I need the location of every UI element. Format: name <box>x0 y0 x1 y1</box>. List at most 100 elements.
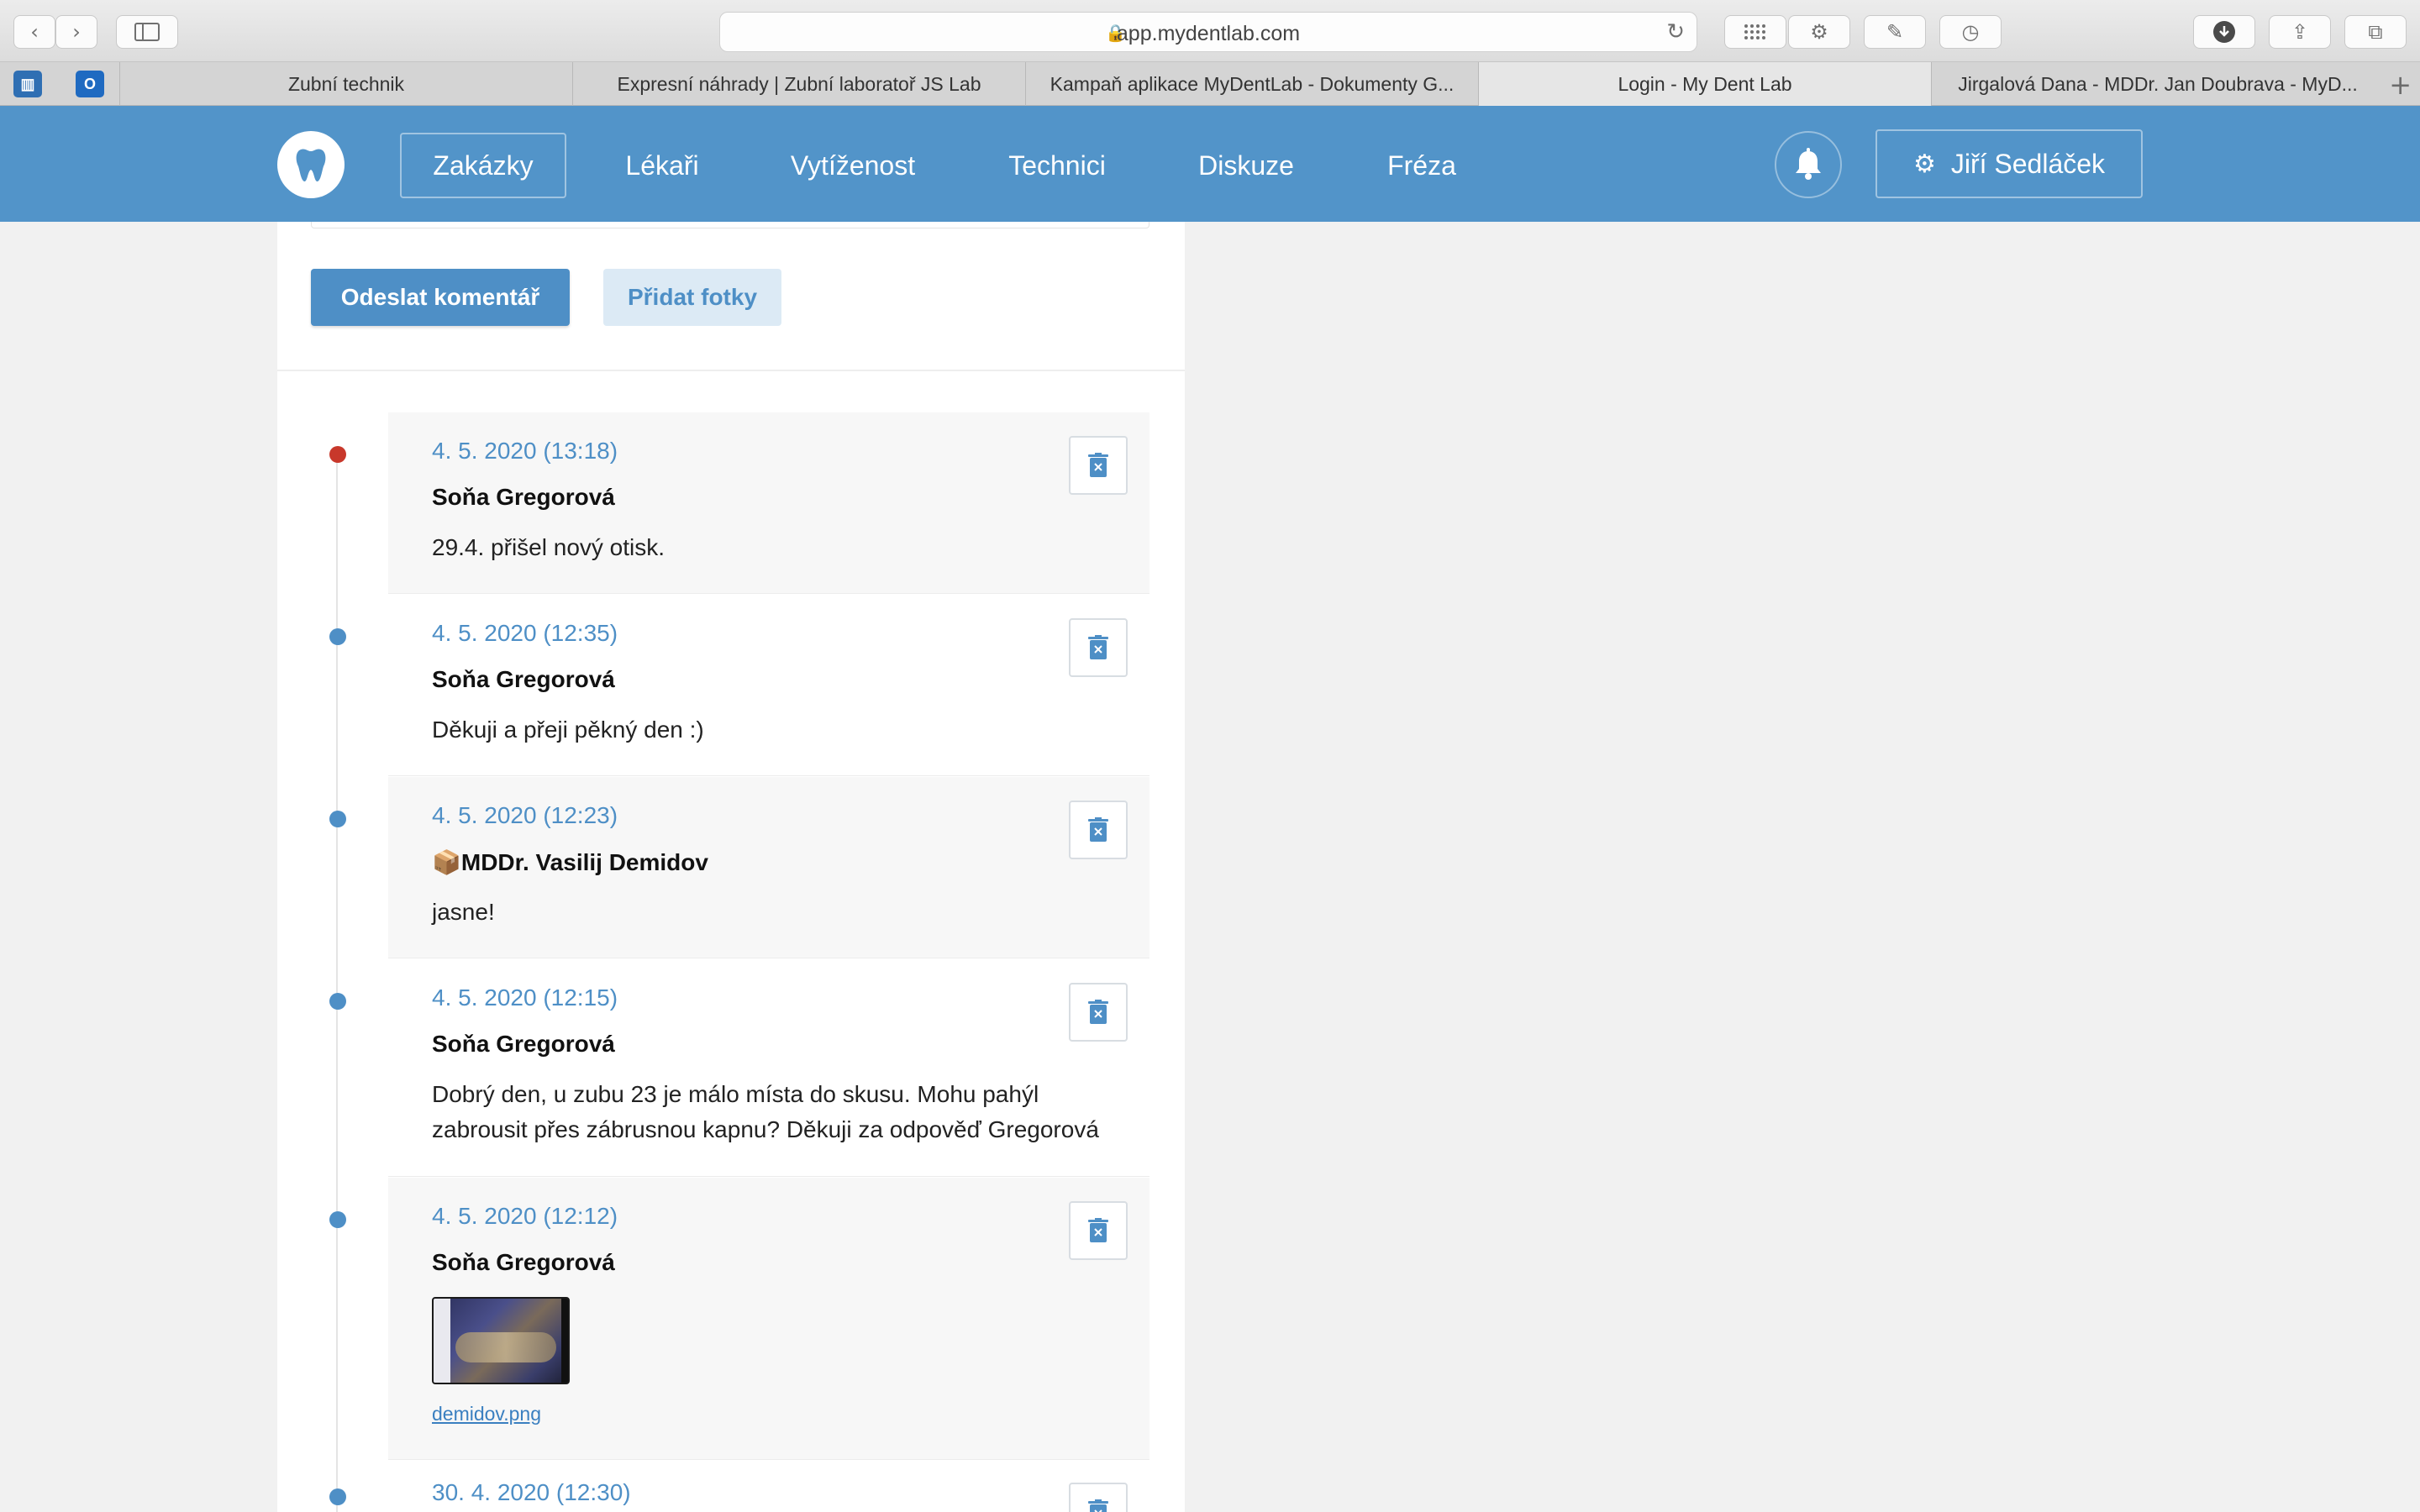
comment-text: Děkuji a přeji pěkný den :) <box>432 717 704 743</box>
trash-icon <box>1088 1218 1108 1242</box>
bell-icon <box>1796 148 1821 180</box>
sidebar-icon <box>134 23 160 41</box>
nav-zakazky[interactable]: Zakázky <box>400 133 566 198</box>
comment-date: 4. 5. 2020 (12:12) <box>432 1203 618 1229</box>
trash-icon <box>1088 1000 1108 1024</box>
nav-label: Diskuze <box>1198 150 1294 181</box>
browser-tab[interactable]: Zubní technik <box>119 62 572 106</box>
comment-author: Soňa Gregorová <box>432 666 615 692</box>
comment-date: 4. 5. 2020 (12:15) <box>432 984 618 1011</box>
timeline-dot <box>329 1488 346 1505</box>
timeline-dot <box>329 993 346 1010</box>
browser-tab-active[interactable]: Login - My Dent Lab <box>1478 62 1931 106</box>
nav-freza[interactable]: Fréza <box>1370 133 1474 198</box>
tab-label: Kampaň aplikace MyDentLab - Dokumenty G.… <box>1050 72 1455 95</box>
extension-grid-button[interactable] <box>1724 15 1786 49</box>
app-header: Zakázky Lékaři Vytíženost Technici Disku… <box>0 106 2420 222</box>
comment-date: 4. 5. 2020 (12:23) <box>432 802 618 828</box>
comment-date: 4. 5. 2020 (12:35) <box>432 620 618 646</box>
comment-text: 29.4. přišel nový otisk. <box>432 534 666 560</box>
notifications-button[interactable] <box>1775 131 1842 198</box>
comment-date: 30. 4. 2020 (12:30) <box>432 1479 631 1505</box>
chevron-right-icon: › <box>72 20 81 44</box>
delete-comment-button[interactable] <box>1069 1201 1128 1260</box>
send-comment-button[interactable]: Odeslat komentář <box>311 269 570 326</box>
comment-textarea[interactable] <box>311 222 1150 228</box>
section-divider <box>277 370 1185 371</box>
tabs-icon: ⧉ <box>2368 20 2383 44</box>
share-icon: ⇪ <box>2291 20 2309 44</box>
comment-author: Soňa Gregorová <box>432 1031 615 1057</box>
browser-tab[interactable]: Expresní náhrady | Zubní laboratoř JS La… <box>572 62 1025 106</box>
nav-diskuze[interactable]: Diskuze <box>1190 133 1302 198</box>
nav-label: Technici <box>1008 150 1106 181</box>
timeline-dot <box>329 1211 346 1228</box>
download-icon <box>2213 21 2235 43</box>
clock-icon: ◷ <box>1961 20 1980 44</box>
gear-icon: ⚙ <box>1912 149 1936 179</box>
user-menu-button[interactable]: ⚙ Jiří Sedláček <box>1876 129 2143 198</box>
extension-history-button[interactable]: ◷ <box>1939 15 2002 49</box>
back-button[interactable]: ‹ <box>13 15 55 49</box>
outlook-icon: O <box>83 75 96 92</box>
timeline-dot <box>329 811 346 827</box>
forward-button[interactable]: › <box>55 15 97 49</box>
nav-label: Vytíženost <box>790 150 916 181</box>
trash-icon <box>1088 1499 1108 1512</box>
browser-tab[interactable]: Kampaň aplikace MyDentLab - Dokumenty G.… <box>1025 62 1478 106</box>
user-name: Jiří Sedláček <box>1950 148 2106 179</box>
browser-tab[interactable]: Jirgalová Dana - MDDr. Jan Doubrava - My… <box>1931 62 2384 106</box>
extension-annotate-button[interactable]: ✎ <box>1864 15 1926 49</box>
trash-icon <box>1088 635 1108 659</box>
tab-label: Login - My Dent Lab <box>1618 72 1792 95</box>
nav-label: Lékaři <box>625 150 699 181</box>
delete-comment-button[interactable] <box>1069 436 1128 495</box>
tab-label: Zubní technik <box>287 72 405 95</box>
app-logo[interactable] <box>277 131 345 198</box>
attachment-thumbnail[interactable] <box>432 1297 570 1384</box>
nav-label: Zakázky <box>433 150 534 181</box>
comment-author: Soňa Gregorová <box>432 484 615 510</box>
chevron-left-icon: ‹ <box>30 20 39 44</box>
gear-icon: ⚙ <box>1810 20 1828 44</box>
sidebar-toggle-button[interactable] <box>116 15 178 49</box>
comment-date: 4. 5. 2020 (13:18) <box>432 438 618 464</box>
order-detail-panel: Odeslat komentář Přidat fotky 4. 5. 2020… <box>277 222 1185 1512</box>
extension-settings-button[interactable]: ⚙ <box>1788 15 1850 49</box>
address-bar[interactable]: 🔒 app.mydentlab.com ↻ <box>719 12 1697 52</box>
browser-toolbar: ‹ › 🔒 app.mydentlab.com ↻ ⚙ ✎ ◷ ⇪ ⧉ <box>0 0 2420 62</box>
thumbnail-sidebar <box>434 1299 450 1383</box>
comment-text: Dobrý den, u zubu 23 je málo místa do sk… <box>432 1081 1099 1142</box>
new-tab-icon[interactable]: + <box>2389 69 2412 101</box>
delete-comment-button[interactable] <box>1069 1483 1128 1512</box>
browser-tab-bar: ▥ O Zubní technik Expresní náhrady | Zub… <box>0 62 2420 106</box>
tab-label: Expresní náhrady | Zubní laboratoř JS La… <box>617 72 981 95</box>
nav-lekari[interactable]: Lékaři <box>603 133 721 198</box>
delete-comment-button[interactable] <box>1069 801 1128 859</box>
thumbnail-dental-scan <box>455 1332 556 1362</box>
pinned-tab-outlook[interactable]: O <box>76 71 104 97</box>
nav-technici[interactable]: Technici <box>992 133 1123 198</box>
tooth-icon <box>296 149 326 182</box>
timeline-dot <box>329 446 346 463</box>
share-button[interactable]: ⇪ <box>2269 15 2331 49</box>
delete-comment-button[interactable] <box>1069 618 1128 677</box>
downloads-button[interactable] <box>2193 15 2255 49</box>
nav-label: Fréza <box>1387 150 1456 181</box>
trash-icon <box>1088 453 1108 477</box>
comment-item: 4. 5. 2020 (12:12) Soňa Gregorová demido… <box>329 1178 1150 1460</box>
tab-overview-button[interactable]: ⧉ <box>2344 15 2407 49</box>
nav-vytizenost[interactable]: Vytíženost <box>781 133 924 198</box>
timeline-line <box>336 447 338 1512</box>
trash-icon <box>1088 817 1108 842</box>
trello-icon: ▥ <box>20 75 35 92</box>
delete-comment-button[interactable] <box>1069 983 1128 1042</box>
reload-icon[interactable]: ↻ <box>1666 19 1685 45</box>
add-photos-button[interactable]: Přidat fotky <box>603 269 781 326</box>
comment-author: 📦MDDr. Vasilij Demidov <box>432 849 708 875</box>
address-url: app.mydentlab.com <box>1116 22 1301 45</box>
attachment-link[interactable]: demidov.png <box>432 1403 541 1425</box>
pinned-tab-trello[interactable]: ▥ <box>13 71 42 97</box>
comment-text: jasne! <box>432 899 495 925</box>
pen-icon: ✎ <box>1886 20 1904 44</box>
